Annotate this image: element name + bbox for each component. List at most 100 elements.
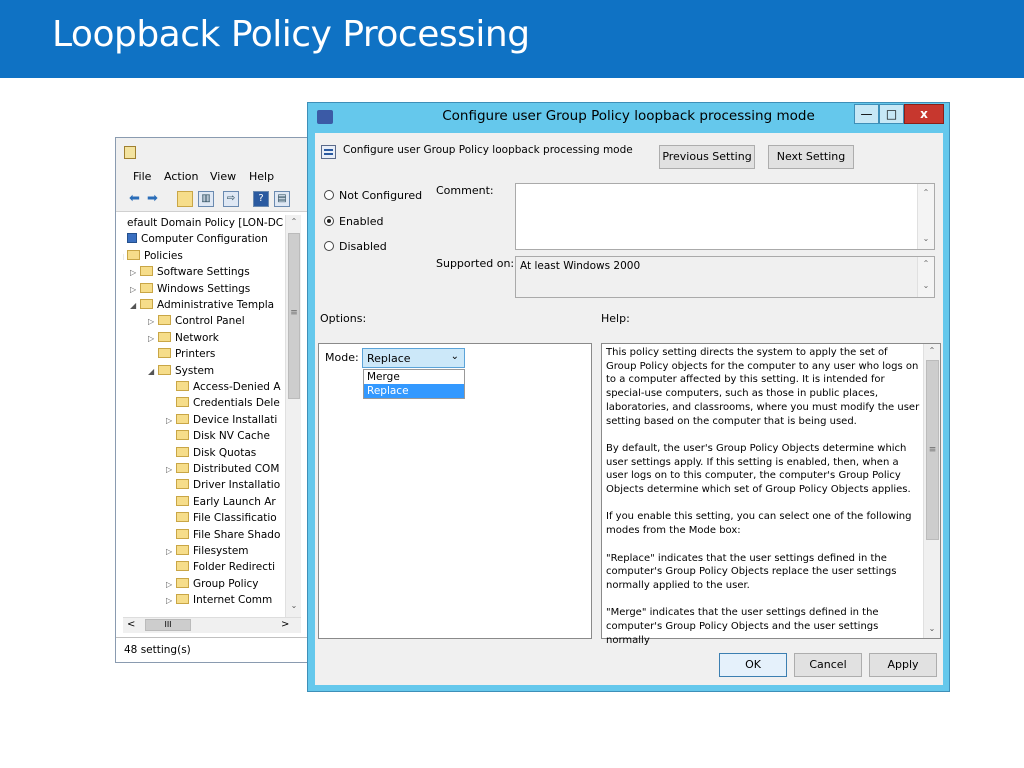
enabled-radio[interactable]: Enabled [324,215,383,229]
slide-title: Loopback Policy Processing [52,14,530,55]
tree-node[interactable]: Printers [148,346,215,362]
hscroll-thumb[interactable]: III [145,619,191,631]
previous-setting-button[interactable]: Previous Setting [659,145,755,169]
tree-node-label: File Share Shado [193,528,281,541]
tree-node[interactable]: ▷ Internet Comm [166,592,272,608]
help-scroll-down-icon[interactable]: ⌄ [924,624,940,633]
dialog-body: Configure user Group Policy loopback pro… [315,133,943,685]
maximize-button[interactable]: □ [879,104,904,124]
up-folder-icon[interactable] [177,191,193,207]
tree-node[interactable]: Disk Quotas [166,445,256,461]
export-list-icon[interactable]: ⇨ [223,191,239,207]
tree-node[interactable]: Folder Redirecti [166,559,275,575]
comment-field[interactable]: ⌃ ⌄ [515,183,935,250]
expand-arrow-icon[interactable]: ▷ [166,462,176,478]
help-scrollbar[interactable]: ⌃ ≡ ⌄ [923,344,940,638]
help-icon[interactable]: ? [253,191,269,207]
tree-node[interactable]: Disk NV Cache [166,428,270,444]
tree-node[interactable]: ▷ Network [148,330,219,346]
expand-arrow-icon[interactable]: ◢ [130,298,140,314]
not-configured-radio[interactable]: Not Configured [324,189,422,203]
tree-node[interactable]: efault Domain Policy [LON-DC1. [123,215,284,231]
tree-node[interactable]: Credentials Dele [166,395,280,411]
supported-scroll-down-icon[interactable]: ⌄ [918,281,934,290]
tree-node[interactable]: File Share Shado [166,527,280,543]
tree-horizontal-scrollbar[interactable]: < III > [123,617,301,633]
expand-arrow-icon[interactable]: ▷ [166,593,176,609]
tree-node[interactable]: ▷ Windows Settings [130,281,250,297]
supported-on-value: At least Windows 2000 [520,260,641,272]
menu-view[interactable]: View [210,170,236,183]
help-text: This policy setting directs the system t… [606,346,921,661]
mode-dropdown[interactable]: Replace ⌄ [362,348,465,368]
cancel-button[interactable]: Cancel [794,653,862,677]
mode-option-replace[interactable]: Replace [364,384,464,398]
scroll-left-icon[interactable]: < [127,619,135,630]
comment-scrollbar[interactable]: ⌃ ⌄ [917,184,934,249]
apply-button[interactable]: Apply [869,653,937,677]
ok-button[interactable]: OK [719,653,787,677]
expand-arrow-icon[interactable]: ▷ [166,544,176,560]
menu-file[interactable]: File [133,170,151,183]
expand-arrow-icon[interactable]: ▷ [130,282,140,298]
back-arrow-icon[interactable]: ⬅ [129,191,140,207]
disabled-radio[interactable]: Disabled [324,240,387,254]
expand-arrow-icon[interactable]: ▷ [130,265,140,281]
supported-scroll-up-icon[interactable]: ⌃ [918,259,934,268]
help-paragraph: "Replace" indicates that the user settin… [606,552,897,591]
tree-node[interactable]: ▷ Group Policy [166,576,259,592]
minimize-button[interactable]: — [854,104,879,124]
tree-node[interactable]: Computer Configuration [123,231,268,247]
help-scroll-thumb[interactable]: ≡ [926,360,939,540]
radio-circle-icon [324,241,334,251]
tree-node[interactable]: ◢Policies [123,248,183,264]
tree-vertical-scrollbar[interactable]: ⌃ ≡ ⌄ [285,215,301,617]
folder-icon [176,577,189,588]
tree-node[interactable]: ◢ Administrative Templa [130,297,274,313]
tree-node[interactable]: File Classificatio [166,510,277,526]
supported-scrollbar[interactable]: ⌃ ⌄ [917,257,934,297]
scroll-up-icon[interactable]: ⌃ [286,217,302,226]
folder-icon [176,512,189,523]
expand-arrow-icon[interactable]: ◢ [148,364,158,380]
forward-arrow-icon[interactable]: ➡ [147,191,158,207]
help-label: Help: [601,312,630,325]
help-paragraph: By default, the user's Group Policy Obje… [606,442,911,496]
tree-node[interactable]: Early Launch Ar [166,494,276,510]
close-button[interactable]: x [904,104,944,124]
next-setting-button[interactable]: Next Setting [768,145,854,169]
tree-node[interactable]: ◢ System [148,363,214,379]
tree-node[interactable]: Driver Installatio [166,477,280,493]
folder-icon [176,479,189,490]
tree-node[interactable]: ▷ Control Panel [148,313,245,329]
expand-arrow-icon[interactable]: ▷ [166,577,176,593]
comment-scroll-down-icon[interactable]: ⌄ [918,234,934,243]
tree-node-label: File Classificatio [193,512,277,525]
show-hide-tree-icon[interactable]: ▥ [198,191,214,207]
expand-arrow-icon[interactable]: ▷ [166,413,176,429]
supported-on-label: Supported on: [436,257,515,270]
mode-option-merge[interactable]: Merge [364,370,464,384]
tree-node-label: Windows Settings [157,282,251,295]
comment-scroll-up-icon[interactable]: ⌃ [918,188,934,197]
scroll-right-icon[interactable]: > [281,619,289,630]
expand-arrow-icon[interactable]: ▷ [148,314,158,330]
tree-node[interactable]: ▷ Distributed COM [166,461,279,477]
expand-arrow-icon[interactable]: ▷ [148,331,158,347]
folder-icon [176,495,189,506]
scroll-down-icon[interactable]: ⌄ [286,601,302,610]
scroll-thumb[interactable]: ≡ [288,233,300,399]
properties-icon[interactable]: ▤ [274,191,290,207]
folder-icon [176,463,189,473]
tree-node[interactable]: ▷ Filesystem [166,543,249,559]
mode-label: Mode: [325,351,359,364]
help-scroll-up-icon[interactable]: ⌃ [924,346,940,355]
policy-setting-icon [321,145,336,159]
menu-help[interactable]: Help [249,170,274,183]
menu-action[interactable]: Action [164,170,198,183]
tree-node[interactable]: ▷ Device Installati [166,412,277,428]
tree-node[interactable]: Access-Denied A [166,379,281,395]
dialog-titlebar[interactable]: Configure user Group Policy loopback pro… [308,103,949,131]
help-panel: This policy setting directs the system t… [601,343,941,646]
tree-node[interactable]: ▷ Software Settings [130,264,250,280]
